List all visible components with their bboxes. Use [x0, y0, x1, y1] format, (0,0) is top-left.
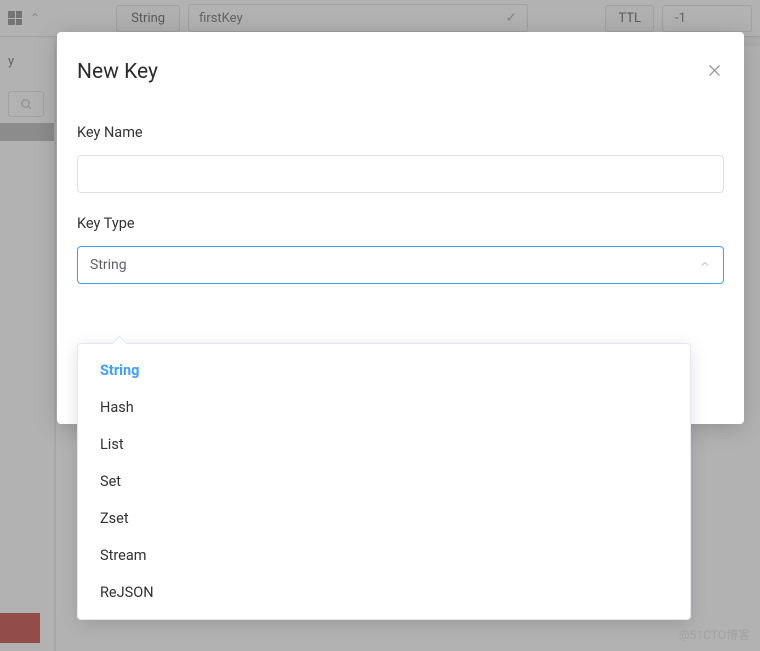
grid-icon — [8, 11, 22, 25]
dropdown-option-stream[interactable]: Stream — [78, 537, 690, 574]
collapse-caret-icon: ⌃ — [30, 11, 40, 25]
dropdown-option-hash[interactable]: Hash — [78, 389, 690, 426]
bg-search-icon — [8, 91, 44, 117]
ttl-label: TTL — [605, 5, 654, 32]
bg-keyname-display: firstKey ✓ — [188, 4, 528, 32]
key-type-selected-value: String — [90, 257, 127, 273]
key-type-select[interactable]: String — [77, 246, 724, 284]
key-type-label: Key Type — [77, 215, 724, 232]
bg-red-indicator — [0, 613, 40, 643]
dropdown-option-rejson[interactable]: ReJSON — [78, 574, 690, 611]
bg-left-y: y — [0, 38, 54, 85]
dropdown-option-string[interactable]: String — [78, 352, 690, 389]
bg-selected-row — [0, 123, 54, 141]
modal-title: New Key — [77, 60, 158, 84]
key-name-label: Key Name — [77, 124, 724, 141]
dropdown-option-list[interactable]: List — [78, 426, 690, 463]
type-badge: String — [116, 5, 180, 32]
key-type-dropdown: String Hash List Set Zset Stream ReJSON — [77, 343, 691, 620]
dropdown-option-zset[interactable]: Zset — [78, 500, 690, 537]
close-icon[interactable] — [704, 62, 724, 83]
dropdown-option-set[interactable]: Set — [78, 463, 690, 500]
watermark-text: @51CTO博客 — [679, 626, 750, 643]
check-icon: ✓ — [505, 10, 517, 26]
chevron-up-icon — [699, 258, 711, 273]
key-name-input[interactable] — [77, 155, 724, 193]
ttl-value: -1 — [662, 5, 752, 32]
